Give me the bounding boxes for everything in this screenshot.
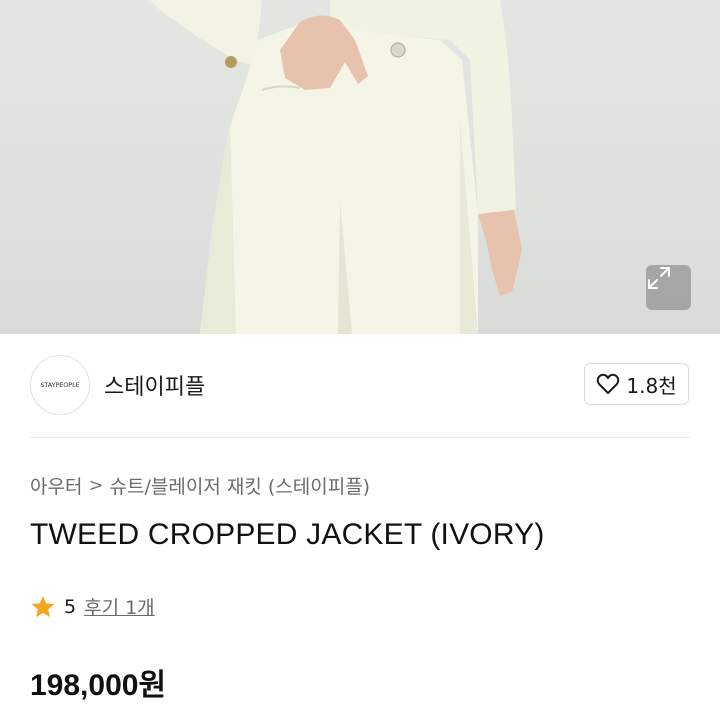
brand-name[interactable]: 스테이피플 [104,369,205,401]
breadcrumb: 아우터 > 슈트/블레이저 재킷 (스테이피플) [30,472,370,499]
expand-icon [648,267,670,289]
reviews-link[interactable]: 후기 1개 [84,593,155,620]
product-title: TWEED CROPPED JACKET (IVORY) [30,518,545,551]
star-icon [31,595,55,617]
product-price: 198,000원 [30,669,167,702]
like-count: 1.8천 [626,373,677,398]
like-button[interactable]: 1.8천 [584,363,689,405]
breadcrumb-subcategory[interactable]: 슈트/블레이저 재킷 (스테이피플) [110,472,371,499]
divider [30,437,690,438]
rating-row: 5 후기 1개 [30,593,155,620]
heart-icon [597,373,620,394]
brand-logo-text: STAYPEOPLE [40,381,80,389]
product-image[interactable] [0,0,720,334]
brand-logo[interactable]: STAYPEOPLE [30,355,90,415]
expand-image-button[interactable] [646,265,691,310]
breadcrumb-category[interactable]: 아우터 [30,472,82,499]
rating-value: 5 [64,595,77,618]
product-photo-illustration [150,0,522,334]
breadcrumb-separator: > [88,475,104,496]
